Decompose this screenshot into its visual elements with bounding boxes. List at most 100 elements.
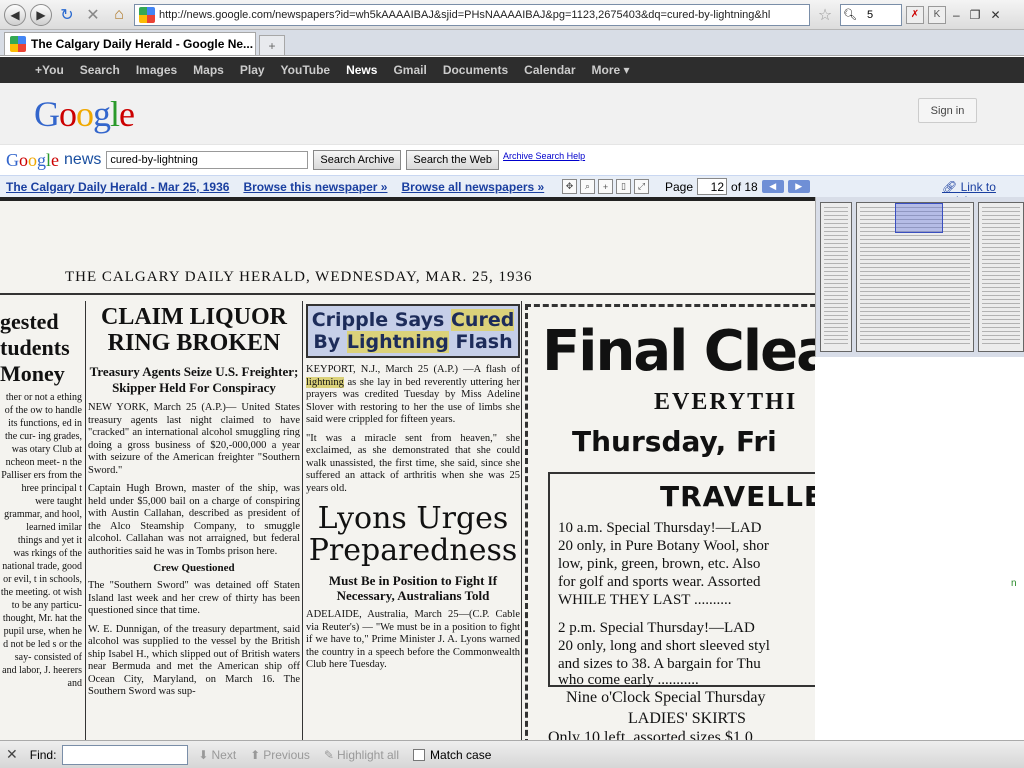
gbar-maps[interactable]: Maps xyxy=(193,63,224,77)
side-mark: n xyxy=(1011,578,1017,589)
addon-k-icon[interactable]: K xyxy=(928,5,946,24)
gbar-images[interactable]: Images xyxy=(136,63,177,77)
column-rule-2 xyxy=(302,301,303,740)
highlight-icon: ✎ xyxy=(323,747,334,762)
gbar-more[interactable]: More ▾ xyxy=(592,63,630,77)
tab-calgary-herald[interactable]: The Calgary Daily Herald - Google Ne... xyxy=(4,32,256,55)
home-icon[interactable]: ⌂ xyxy=(108,4,130,26)
ad-everything: EVERYTHI xyxy=(654,389,798,415)
minimize-icon[interactable]: – xyxy=(950,8,963,22)
headline-part-a: Cripple Says xyxy=(311,309,445,331)
col1-head-3: Money xyxy=(0,361,65,386)
zoom-in-icon[interactable]: + xyxy=(598,179,613,194)
gbar-play[interactable]: Play xyxy=(240,63,265,77)
pan-icon[interactable]: ✥ xyxy=(562,179,577,194)
back-icon[interactable]: ◀ xyxy=(4,3,26,26)
lightning-article: Cripple Says Cured By Lightning Flash KE… xyxy=(306,304,520,672)
clearance-ad: Final Clearan EVERYTHI Thursday, Fri TRA… xyxy=(525,304,815,740)
ad-line: low, pink, green, brown, etc. Also xyxy=(558,556,761,572)
gbar-documents[interactable]: Documents xyxy=(443,63,508,77)
close-icon[interactable]: ✕ xyxy=(987,8,1003,22)
liquor-subhead: Treasury Agents Seize U.S. Freighter; Sk… xyxy=(89,364,299,395)
news-logo-text: news xyxy=(64,151,102,168)
find-next-button[interactable]: ⬇ Next xyxy=(198,748,236,762)
thumbnail-page[interactable] xyxy=(820,202,852,352)
ad-nine-oclock: Nine o'Clock Special Thursday xyxy=(566,689,766,706)
ad-line: 2 p.m. Special Thursday!—LAD xyxy=(558,620,755,636)
liquor-para-3: The "Southern Sword" was detained off St… xyxy=(88,580,300,616)
ad-headline: Final Clearan xyxy=(542,319,815,384)
tab-favicon-icon xyxy=(10,36,26,52)
sign-in-button[interactable]: Sign in xyxy=(918,98,977,123)
liquor-crew-subhead: Crew Questioned xyxy=(153,562,235,574)
lightning-p1-hl: lightning xyxy=(306,376,344,388)
gbar-gmail[interactable]: Gmail xyxy=(393,63,426,77)
highlight-all-button[interactable]: ✎ Highlight all xyxy=(324,748,399,762)
forward-icon[interactable]: ▶ xyxy=(30,3,52,26)
page-label: Page xyxy=(665,179,694,194)
newspaper-title-link[interactable]: The Calgary Daily Herald - Mar 25, 1936 xyxy=(6,180,229,194)
search-archive-button[interactable]: Search Archive xyxy=(313,150,402,170)
zoom-icon[interactable]: ⌕ xyxy=(580,179,595,194)
column-1: gested tudents Money ther or not a ethin… xyxy=(0,309,82,740)
gbar-news[interactable]: News xyxy=(346,63,377,77)
gbar-you[interactable]: +You xyxy=(35,63,64,77)
find-previous-button[interactable]: ⬆ Previous xyxy=(250,748,310,762)
search-web-button[interactable]: Search the Web xyxy=(406,150,500,170)
stop-icon[interactable]: ✕ xyxy=(82,4,104,26)
gbar-calendar[interactable]: Calendar xyxy=(524,63,575,77)
address-bar[interactable]: http://news.google.com/newspapers?id=wh5… xyxy=(134,3,810,26)
next-page-icon[interactable]: ▶ xyxy=(787,180,810,193)
lyons-para-1: ADELAIDE, Australia, March 25—(C.P. Cabl… xyxy=(306,609,520,670)
match-case-option[interactable]: Match case xyxy=(413,748,491,762)
gbar-youtube[interactable]: YouTube xyxy=(281,63,331,77)
fullscreen-icon[interactable]: ⤢ xyxy=(634,179,649,194)
column-rule-1 xyxy=(85,301,86,740)
thumbnail-page[interactable] xyxy=(978,202,1024,352)
match-case-checkbox[interactable] xyxy=(413,749,426,762)
headline-part-e: Flash xyxy=(455,331,513,353)
find-close-icon[interactable]: ✕ xyxy=(6,746,18,763)
gbar-search[interactable]: Search xyxy=(80,63,120,77)
newspaper-page[interactable]: THE CALGARY DAILY HERALD, WEDNESDAY, MAR… xyxy=(0,197,815,740)
ad-line: for golf and sports wear. Assorted xyxy=(558,574,761,590)
ad-line: 10 a.m. Special Thursday!—LAD xyxy=(558,520,762,536)
lightning-headline-box[interactable]: Cripple Says Cured By Lightning Flash xyxy=(306,304,520,358)
ad-skirts: LADIES' SKIRTS xyxy=(628,710,746,727)
page-header: Google Sign in xyxy=(0,83,1024,145)
reload-icon[interactable]: ↻ xyxy=(56,4,78,26)
ad-line: who come early ........... xyxy=(558,672,699,688)
archive-search-input[interactable] xyxy=(106,151,309,169)
google-logo[interactable]: Google xyxy=(34,93,135,135)
single-page-icon[interactable]: ▯ xyxy=(616,179,631,194)
browser-search-box[interactable]: 🔍︎ 5 xyxy=(840,3,902,26)
down-arrow-icon: ⬇ xyxy=(198,747,209,762)
search-value: 5 xyxy=(866,8,874,21)
page-number-input[interactable] xyxy=(697,178,728,195)
find-next-label: Next xyxy=(211,747,237,762)
up-arrow-icon: ⬆ xyxy=(250,747,261,762)
thumbnail-viewport-frame[interactable] xyxy=(895,203,943,233)
find-input[interactable] xyxy=(62,744,189,765)
liquor-para-2: Captain Hugh Brown, master of the ship, … xyxy=(88,483,300,557)
tab-title: The Calgary Daily Herald - Google Ne... xyxy=(31,37,254,51)
viewer-tools: ✥ ⌕ + ▯ ⤢ xyxy=(562,179,649,194)
bookmark-star-icon[interactable]: ☆ xyxy=(814,4,836,26)
browse-all-newspapers-link[interactable]: Browse all newspapers » xyxy=(401,180,544,194)
lyons-subhead: Must Be in Position to Fight If Necessar… xyxy=(328,573,498,603)
liquor-headline: CLAIM LIQUOR RING BROKEN xyxy=(100,304,287,356)
ad-line: 20 only, long and short sleeved styl xyxy=(558,638,770,654)
col1-head-1: gested xyxy=(0,309,59,334)
archive-search-help-link[interactable]: Archive Search Help xyxy=(503,151,585,161)
find-bar: ✕ Find: ⬇ Next ⬆ Previous ✎ Highlight all M… xyxy=(0,740,1024,768)
ad-line: WHILE THEY LAST .......... xyxy=(558,592,732,608)
new-tab-icon[interactable]: + xyxy=(259,35,285,55)
masthead-rule xyxy=(0,293,815,295)
search-icon: 🔍︎ xyxy=(843,9,857,21)
restore-icon[interactable]: ❐ xyxy=(967,8,984,22)
addon-icon[interactable]: ✗ xyxy=(906,5,924,24)
prev-page-icon[interactable]: ◀ xyxy=(761,180,784,193)
google-news-logo[interactable]: Google xyxy=(6,150,59,171)
liquor-para-1: NEW YORK, March 25 (A.P.)— United States… xyxy=(88,402,300,476)
browse-this-newspaper-link[interactable]: Browse this newspaper » xyxy=(243,180,387,194)
